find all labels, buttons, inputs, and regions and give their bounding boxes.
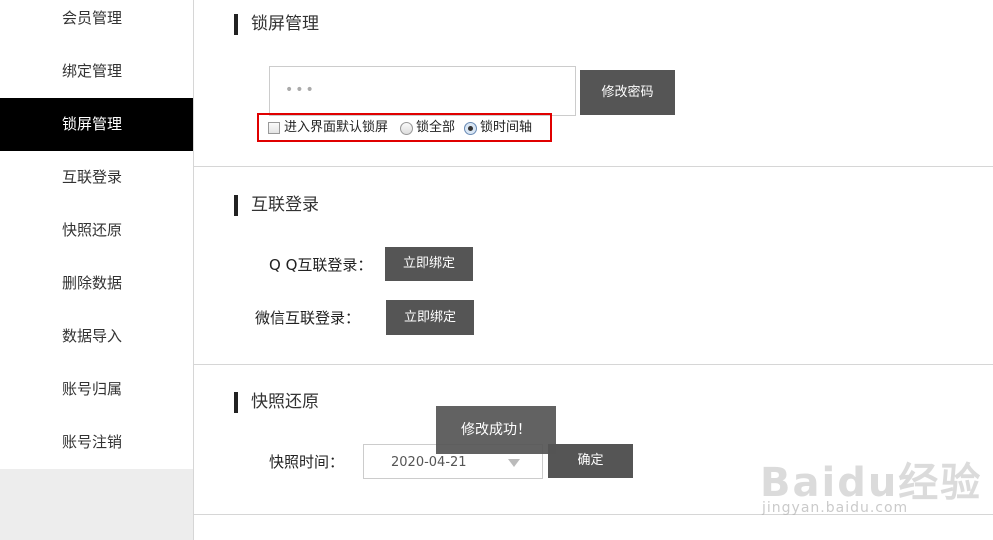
lock-all-label: 锁全部 (416, 120, 456, 135)
title-bar (234, 195, 238, 216)
sidebar-item-label: 账号注销 (62, 433, 123, 451)
wechat-bind-button[interactable]: 立即绑定 (386, 300, 474, 335)
sidebar-item-binding[interactable]: 绑定管理 (0, 45, 193, 98)
sidebar-item-snapshot[interactable]: 快照还原 (0, 204, 193, 257)
sidebar-item-label: 数据导入 (62, 327, 123, 345)
title-bar (234, 392, 238, 413)
sidebar-item-import-data[interactable]: 数据导入 (0, 310, 193, 363)
section-title-snapshot: 快照还原 (234, 391, 319, 413)
password-input[interactable]: ••• (269, 66, 576, 116)
sidebar-item-social-login[interactable]: 互联登录 (0, 151, 193, 204)
sidebar-item-label: 账号归属 (62, 380, 123, 398)
section-divider (194, 364, 993, 365)
wechat-login-label: 微信互联登录： (255, 309, 361, 327)
change-password-button[interactable]: 修改密码 (580, 70, 675, 115)
sidebar-item-member[interactable]: 会员管理 (0, 0, 193, 45)
chevron-down-icon (508, 459, 520, 467)
snapshot-date-value: 2020-04-21 (391, 455, 467, 470)
default-lock-option[interactable]: 进入界面默认锁屏 (268, 120, 388, 136)
sidebar-item-delete-data[interactable]: 删除数据 (0, 257, 193, 310)
snapshot-time-label: 快照时间： (269, 453, 345, 471)
section-title-lock-screen: 锁屏管理 (234, 13, 319, 35)
section-title-social-login: 互联登录 (234, 194, 319, 216)
sidebar-item-label: 快照还原 (62, 221, 123, 239)
sidebar-item-label: 会员管理 (62, 9, 123, 27)
sidebar-item-account-cancel[interactable]: 账号注销 (0, 416, 193, 469)
sidebar-item-label: 锁屏管理 (62, 115, 123, 133)
lock-timeline-radio[interactable] (464, 122, 477, 135)
default-lock-checkbox[interactable] (268, 122, 280, 134)
watermark-url: jingyan.baidu.com (762, 500, 909, 516)
lock-timeline-label: 锁时间轴 (480, 120, 533, 135)
sidebar-item-label: 互联登录 (62, 168, 123, 186)
default-lock-label: 进入界面默认锁屏 (284, 120, 389, 135)
lock-options-highlight: 进入界面默认锁屏 锁全部 锁时间轴 (257, 113, 552, 142)
lock-timeline-option[interactable]: 锁时间轴 (464, 120, 532, 136)
sidebar-item-account-owner[interactable]: 账号归属 (0, 363, 193, 416)
sidebar-item-label: 删除数据 (62, 274, 123, 292)
sidebar-nav: 会员管理 绑定管理 锁屏管理 互联登录 快照还原 删除数据 数据导入 账号归属 … (0, 0, 193, 469)
success-toast: 修改成功！ (436, 406, 556, 454)
lock-all-option[interactable]: 锁全部 (400, 120, 455, 136)
qq-bind-button[interactable]: 立即绑定 (385, 247, 473, 281)
confirm-button[interactable]: 确定 (548, 444, 633, 478)
sidebar: 会员管理 绑定管理 锁屏管理 互联登录 快照还原 删除数据 数据导入 账号归属 … (0, 0, 193, 540)
sidebar-item-label: 绑定管理 (62, 62, 123, 80)
baidu-watermark: Baidu经验 jingyan.baidu.com (760, 430, 993, 525)
sidebar-item-lock-screen[interactable]: 锁屏管理 (0, 98, 193, 151)
section-divider (194, 166, 993, 167)
qq-login-label: Q Q互联登录： (269, 256, 373, 274)
title-bar (234, 14, 238, 35)
lock-all-radio[interactable] (400, 122, 413, 135)
